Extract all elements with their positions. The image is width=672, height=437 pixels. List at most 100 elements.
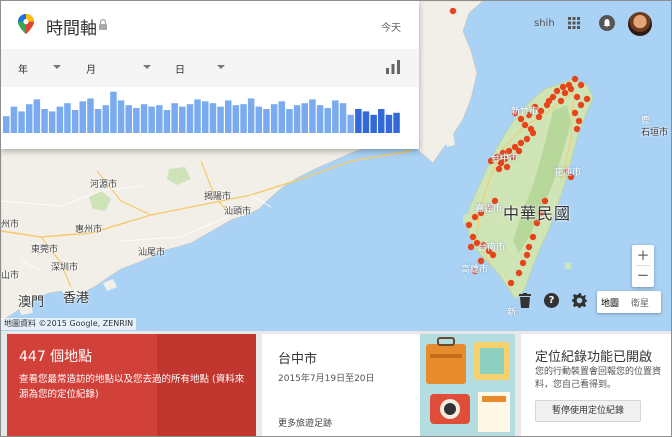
histogram-bar[interactable] <box>385 114 393 133</box>
histogram-bar[interactable] <box>3 116 10 133</box>
location-pin[interactable] <box>465 221 473 229</box>
chevron-down-icon[interactable] <box>143 65 151 69</box>
location-pin[interactable] <box>571 75 579 83</box>
location-pin[interactable] <box>523 251 531 259</box>
histogram-bar[interactable] <box>18 111 25 133</box>
map-type-satellite-button[interactable]: 衛星 <box>631 296 649 309</box>
location-pin[interactable] <box>577 81 585 89</box>
histogram-bar[interactable] <box>156 105 163 133</box>
location-pin[interactable] <box>553 87 561 95</box>
histogram-bar[interactable] <box>286 109 293 133</box>
location-pin[interactable] <box>571 109 579 117</box>
location-pin[interactable] <box>529 233 537 241</box>
user-avatar[interactable] <box>628 12 652 36</box>
histogram-bar[interactable] <box>10 106 18 133</box>
histogram-bar[interactable] <box>125 105 133 133</box>
histogram-bar[interactable] <box>324 108 332 133</box>
location-pin[interactable] <box>467 243 475 251</box>
location-pin[interactable] <box>559 83 567 91</box>
location-pin[interactable] <box>449 7 457 15</box>
histogram-bar[interactable] <box>370 114 377 133</box>
location-pin[interactable] <box>557 97 565 105</box>
chevron-down-icon[interactable] <box>217 65 225 69</box>
location-pin[interactable] <box>525 243 533 251</box>
trip-card[interactable]: 台中市 2015年7月19日至20日 更多旅遊足跡 <box>262 334 420 436</box>
bar-chart-toggle-icon[interactable] <box>386 60 400 74</box>
histogram-bar[interactable] <box>347 114 354 133</box>
user-name[interactable]: shih <box>534 18 555 29</box>
activity-histogram[interactable] <box>1 87 419 149</box>
histogram-bar[interactable] <box>117 100 125 133</box>
notifications-bell-icon[interactable] <box>599 15 615 31</box>
histogram-bar[interactable] <box>56 106 64 133</box>
histogram-bar[interactable] <box>316 105 324 133</box>
today-link[interactable]: 今天 <box>381 19 401 34</box>
histogram-bar[interactable] <box>393 112 400 133</box>
location-pin[interactable] <box>537 107 545 115</box>
location-pin[interactable] <box>583 95 591 103</box>
location-pin[interactable] <box>575 117 583 125</box>
histogram-bar[interactable] <box>102 105 110 133</box>
histogram-bar[interactable] <box>133 108 140 133</box>
histogram-bar[interactable] <box>94 109 102 133</box>
location-pin[interactable] <box>517 139 525 147</box>
histogram-bar[interactable] <box>110 91 117 133</box>
histogram-bar[interactable] <box>87 98 94 133</box>
location-pin[interactable] <box>573 93 581 101</box>
location-pin[interactable] <box>519 259 527 267</box>
histogram-bar[interactable] <box>163 110 171 133</box>
location-pin[interactable] <box>495 165 503 173</box>
location-pin[interactable] <box>503 163 511 171</box>
histogram-bar[interactable] <box>362 111 370 133</box>
histogram-bar[interactable] <box>194 99 201 133</box>
histogram-bar[interactable] <box>339 103 347 133</box>
histogram-bar[interactable] <box>270 104 278 133</box>
histogram-bar[interactable] <box>48 111 56 133</box>
pause-location-history-button[interactable]: 暫停使用定位紀錄 <box>535 400 641 422</box>
histogram-bar[interactable] <box>255 106 263 133</box>
histogram-bar[interactable] <box>202 101 209 133</box>
location-pin[interactable] <box>565 81 573 89</box>
location-pin[interactable] <box>515 269 523 277</box>
histogram-bar[interactable] <box>140 104 148 133</box>
histogram-bar[interactable] <box>64 103 71 133</box>
histogram-bar[interactable] <box>309 99 316 133</box>
apps-grid-icon[interactable] <box>568 17 580 29</box>
histogram-bar[interactable] <box>301 103 309 133</box>
histogram-bar[interactable] <box>217 106 224 133</box>
histogram-bar[interactable] <box>41 109 48 133</box>
location-pin[interactable] <box>521 121 529 129</box>
histogram-bar[interactable] <box>33 99 41 133</box>
location-pin[interactable] <box>471 213 479 221</box>
histogram-bar[interactable] <box>79 101 87 133</box>
histogram-bar[interactable] <box>232 105 240 133</box>
more-trips-link[interactable]: 更多旅遊足跡 <box>278 416 332 429</box>
day-select[interactable]: 日 <box>175 61 185 76</box>
histogram-bar[interactable] <box>209 103 217 133</box>
histogram-bar[interactable] <box>378 109 385 133</box>
location-pin[interactable] <box>573 125 581 133</box>
histogram-bar[interactable] <box>278 101 286 133</box>
histogram-bar[interactable] <box>26 104 33 133</box>
location-pin[interactable] <box>545 97 553 105</box>
gear-icon[interactable] <box>572 293 587 308</box>
location-pin[interactable] <box>469 233 477 241</box>
histogram-bar[interactable] <box>247 98 255 133</box>
histogram-bar[interactable] <box>293 105 301 133</box>
histogram-bar[interactable] <box>240 104 247 133</box>
location-pin[interactable] <box>561 89 569 97</box>
histogram-bar[interactable] <box>332 100 339 133</box>
histogram-bar[interactable] <box>355 109 362 133</box>
month-select[interactable]: 月 <box>86 61 96 76</box>
location-pin[interactable] <box>527 125 535 133</box>
chevron-down-icon[interactable] <box>53 65 61 69</box>
help-icon[interactable]: ? <box>544 293 559 308</box>
histogram-bar[interactable] <box>71 110 79 133</box>
zoom-in-button[interactable]: + <box>632 245 654 265</box>
histogram-bar[interactable] <box>225 100 232 133</box>
location-pin[interactable] <box>577 101 585 109</box>
location-pin[interactable] <box>507 279 515 287</box>
zoom-out-button[interactable]: − <box>632 266 654 286</box>
histogram-bar[interactable] <box>263 109 270 133</box>
trash-icon[interactable] <box>519 293 531 308</box>
